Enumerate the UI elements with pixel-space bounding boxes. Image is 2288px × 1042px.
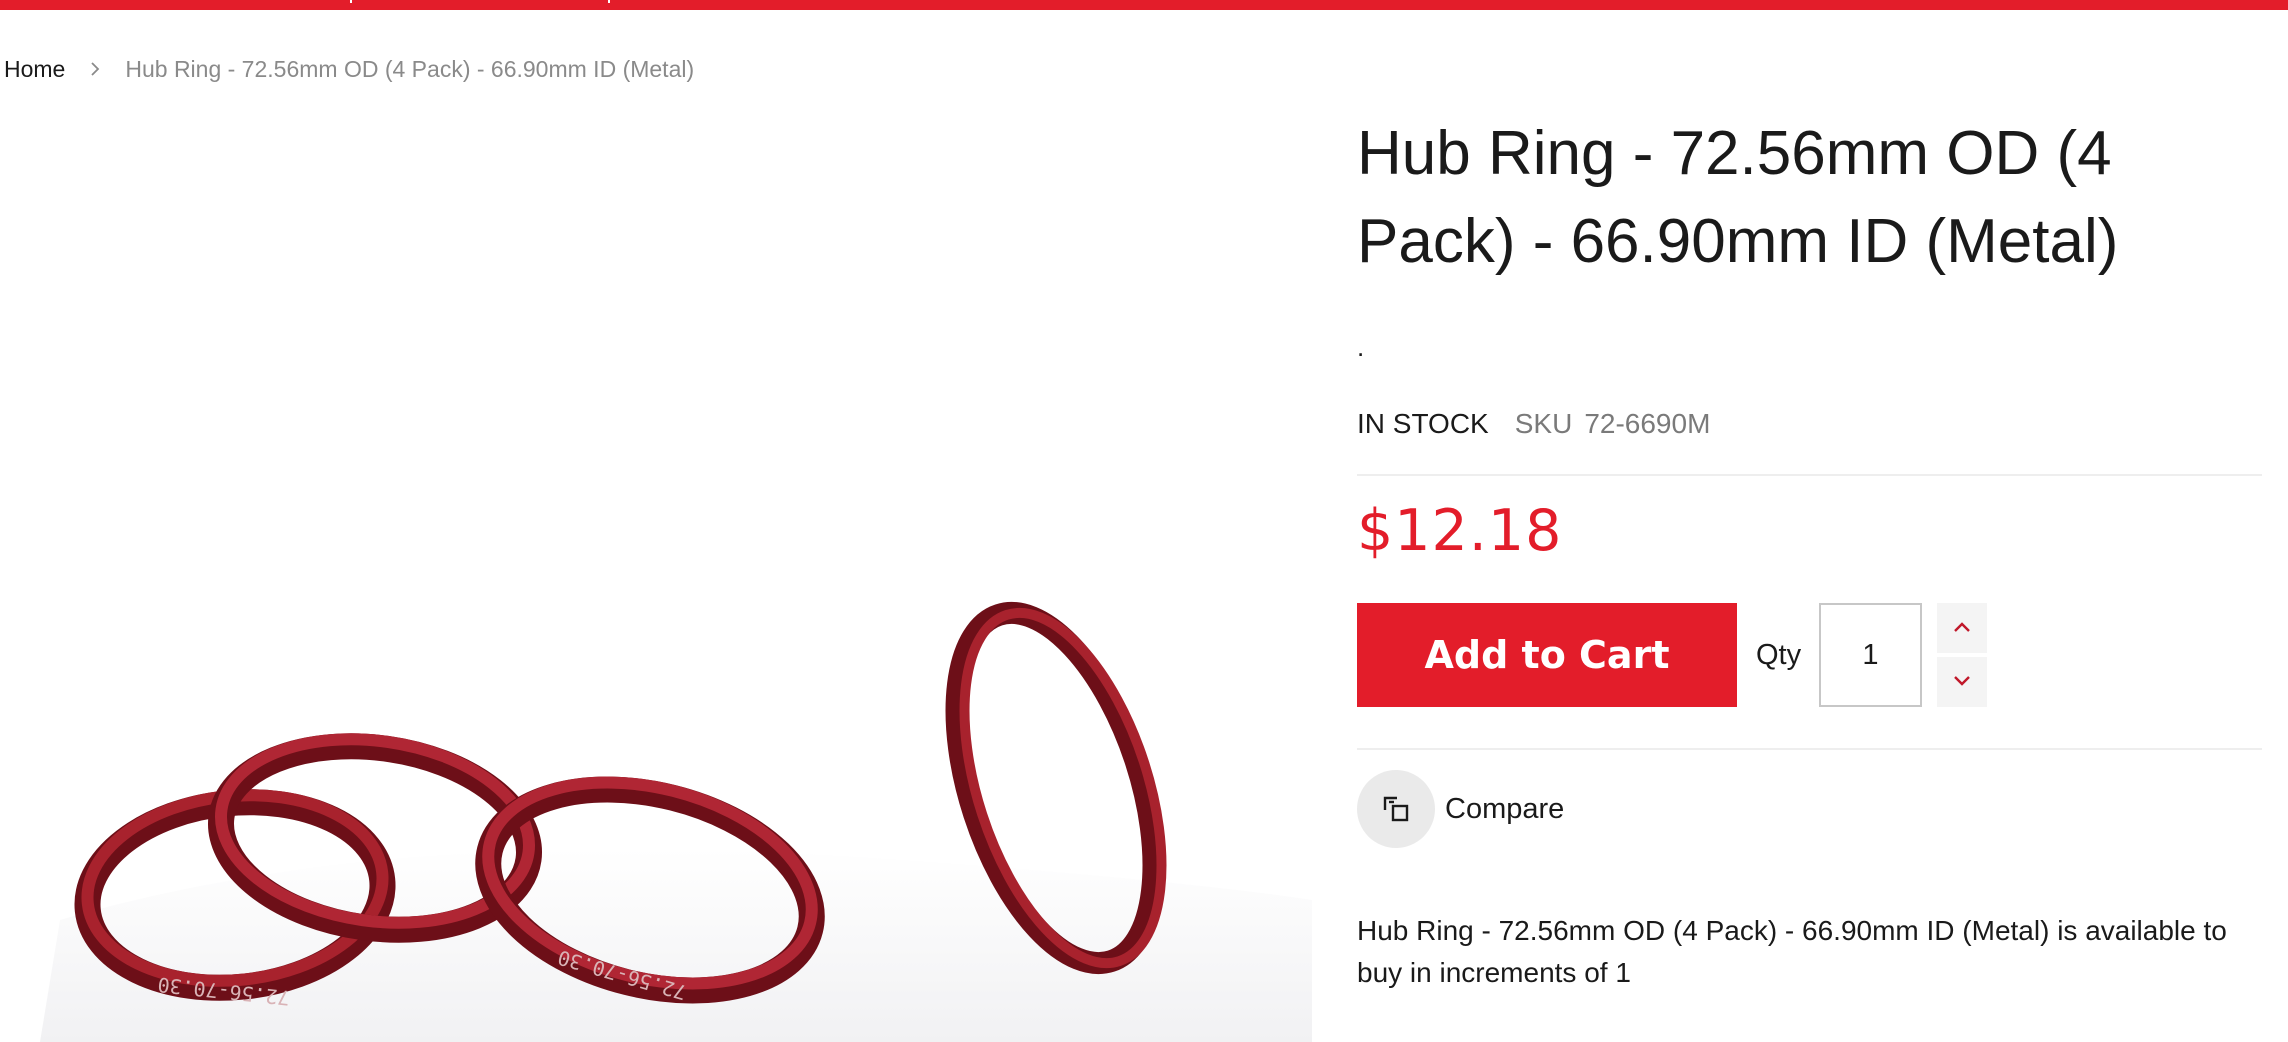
chevron-down-icon [1953,675,1971,690]
product-info: Hub Ring - 72.56mm OD (4 Pack) - 66.90mm… [1357,110,2262,988]
breadcrumb-current-page: Hub Ring - 72.56mm OD (4 Pack) - 66.90mm… [125,55,695,82]
compare-icon [1357,770,1435,848]
top-accent-bar [0,0,2288,10]
chevron-up-icon [1953,621,1971,636]
product-description: Hub Ring - 72.56mm OD (4 Pack) - 66.90mm… [1357,915,2227,988]
breadcrumb-home-link[interactable]: Home [4,56,65,83]
nav-indicator-gap-right [608,0,610,3]
compare-label: Compare [1445,792,1565,825]
stock-sku-row: IN STOCK SKU 72-6690M [1357,408,1710,440]
product-title: Hub Ring - 72.56mm OD (4 Pack) - 66.90mm… [1357,119,2119,276]
sku-value: 72-6690M [1584,408,1711,439]
breadcrumb: Home Hub Ring - 72.56mm OD (4 Pack) - 66… [4,54,694,84]
sku-label: SKU [1514,408,1573,439]
product-image[interactable]: 72.56-70.30 72.56-70.30 [0,100,1312,1042]
nav-active-indicator [352,0,608,10]
compare-button[interactable]: Compare [1357,770,1564,848]
add-to-cart-row: Add to Cart Qty [1357,603,2262,707]
qty-input[interactable] [1819,603,1922,707]
nav-indicator-gap-left [350,0,352,3]
qty-increase-button[interactable] [1937,603,1987,653]
divider [1357,748,2262,750]
stock-status: IN STOCK [1357,408,1489,439]
brand-placeholder: . [1357,332,1365,362]
qty-label: Qty [1756,639,1802,671]
hub-rings-photo: 72.56-70.30 72.56-70.30 [0,100,1312,1042]
product-price: $12.18 [1357,498,1563,564]
divider [1357,474,2262,476]
qty-decrease-button[interactable] [1937,657,1987,707]
add-to-cart-button[interactable]: Add to Cart [1357,603,1737,707]
chevron-right-icon [65,61,125,77]
